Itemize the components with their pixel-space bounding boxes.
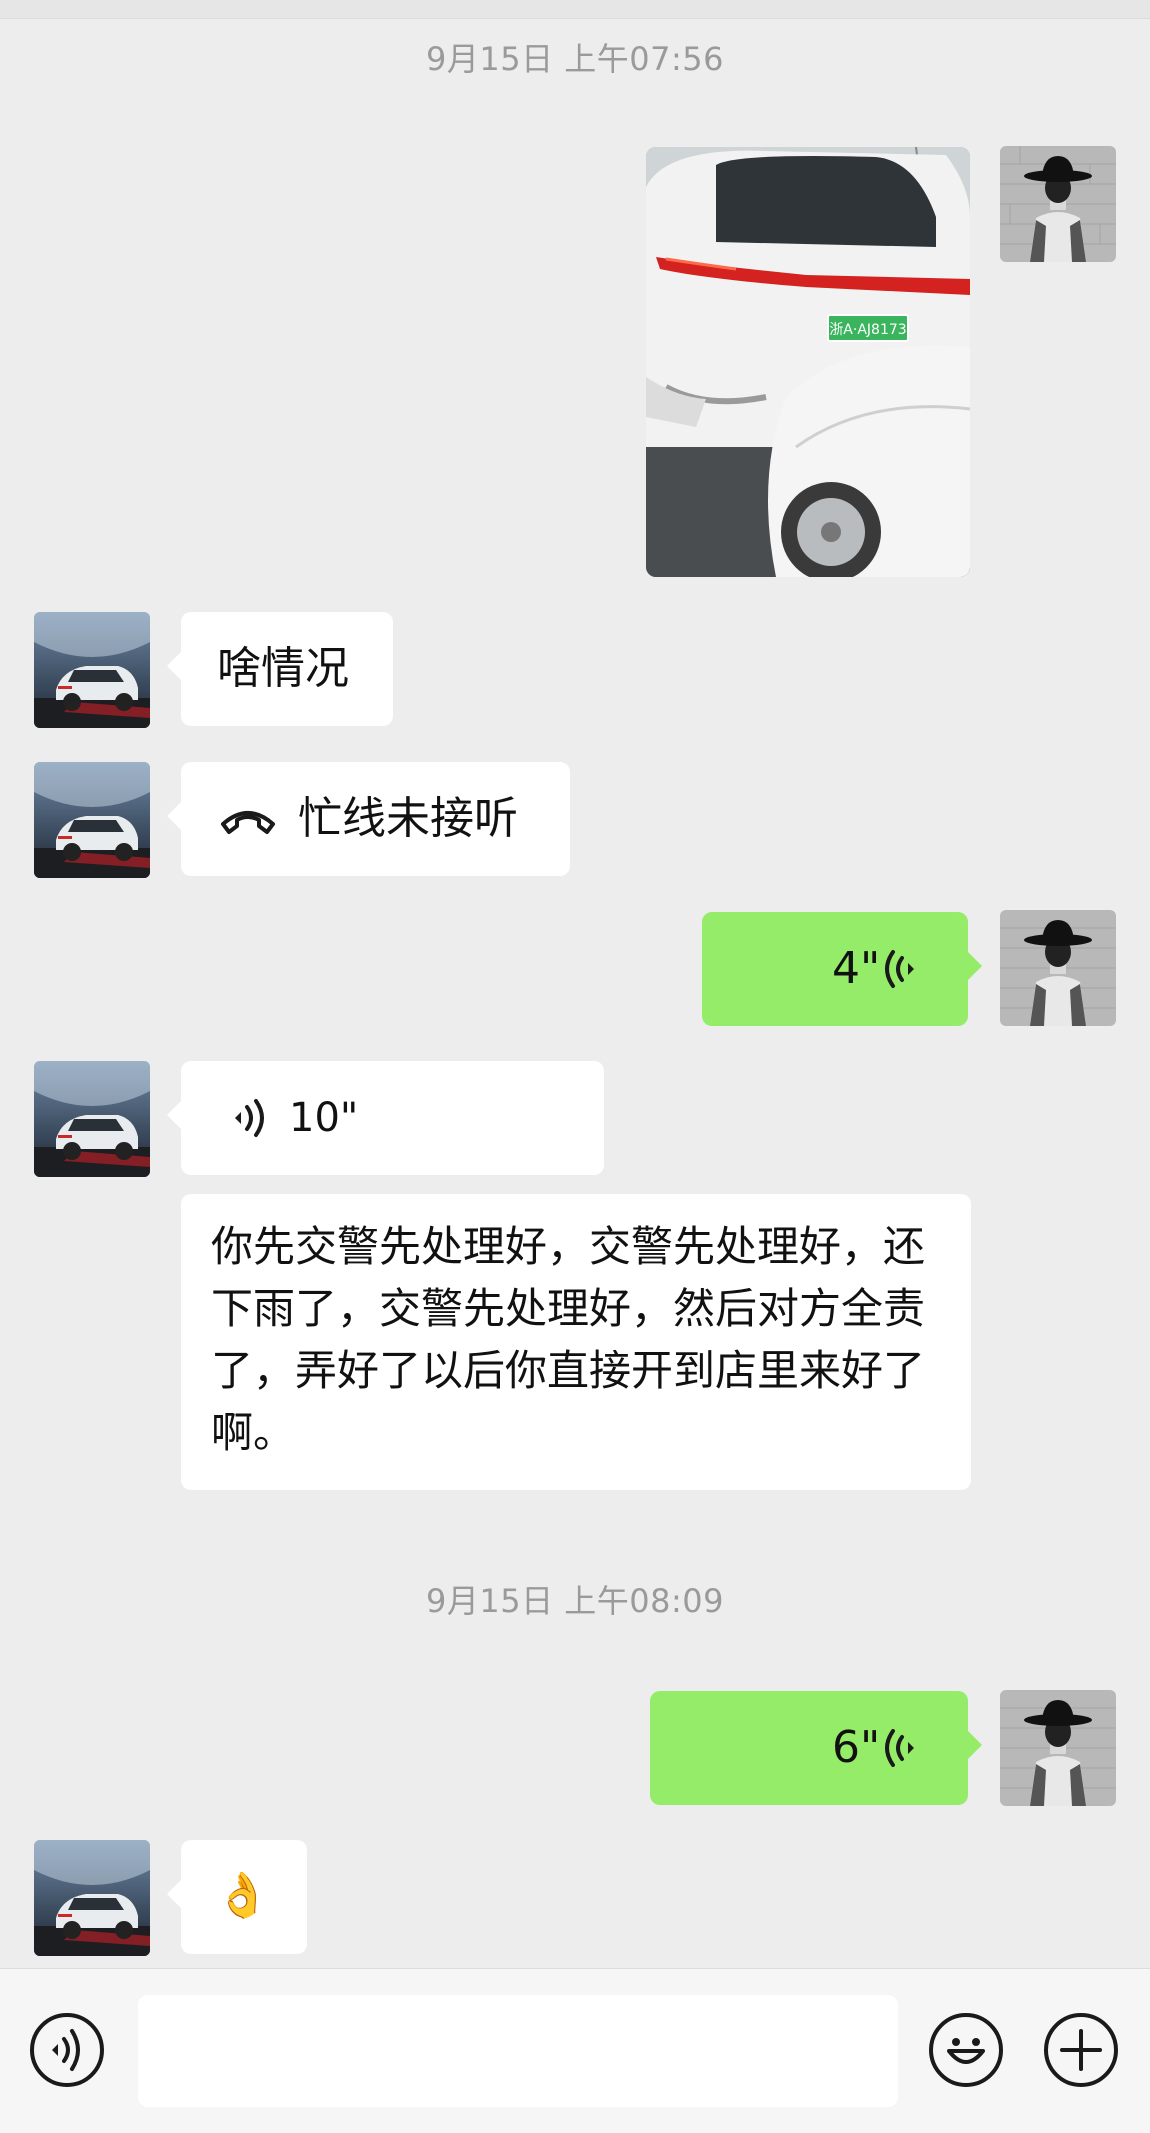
voice-wave-icon <box>229 1097 271 1139</box>
message-text: 啥情况 <box>217 643 349 694</box>
missed-call-bubble[interactable]: 忙线未接听 <box>167 762 570 876</box>
contact-avatar[interactable] <box>34 762 150 878</box>
voice-wave-icon <box>880 1727 922 1769</box>
outgoing-voice-message[interactable]: 4" <box>702 912 982 1026</box>
plus-icon[interactable] <box>1044 2013 1118 2087</box>
contact-avatar[interactable] <box>34 612 150 728</box>
self-avatar[interactable] <box>1000 146 1116 262</box>
incoming-message-bubble[interactable]: 啥情况 <box>167 612 393 726</box>
self-avatar[interactable] <box>1000 1690 1116 1806</box>
voice-transcript-bubble[interactable]: 你先交警先处理好，交警先处理好，还下雨了，交警先处理好，然后对方全责了，弄好了以… <box>181 1194 971 1490</box>
voice-wave-icon <box>880 948 922 990</box>
self-avatar[interactable] <box>1000 910 1116 1026</box>
incoming-voice-message[interactable]: 10" <box>167 1061 604 1175</box>
voice-duration: 6" <box>832 1722 881 1773</box>
accident-photo[interactable]: 浙A·AJ8173 <box>646 147 970 577</box>
contact-avatar[interactable] <box>34 1840 150 1956</box>
timestamp: 9月15日 上午07:56 <box>426 40 724 78</box>
timestamp: 9月15日 上午08:09 <box>426 1582 724 1620</box>
hangup-phone-icon <box>219 800 277 836</box>
outgoing-voice-message[interactable]: 6" <box>650 1691 982 1805</box>
contact-avatar[interactable] <box>34 1061 150 1177</box>
emoji-icon[interactable] <box>929 2013 1003 2087</box>
license-plate: 浙A·AJ8173 <box>829 322 906 338</box>
top-divider <box>0 0 1150 19</box>
transcript-text: 你先交警先处理好，交警先处理好，还下雨了，交警先处理好，然后对方全责了，弄好了以… <box>211 1222 926 1457</box>
voice-duration: 4" <box>832 943 881 994</box>
message-input[interactable] <box>138 1995 898 2107</box>
incoming-emoji-message[interactable]: 👌 <box>167 1840 307 1954</box>
ok-hand-emoji: 👌 <box>215 1870 270 1921</box>
voice-duration: 10" <box>289 1095 359 1141</box>
voice-mode-icon[interactable] <box>30 2013 104 2087</box>
call-status-text: 忙线未接听 <box>298 793 518 844</box>
chat-input-bar <box>0 1968 1150 2133</box>
